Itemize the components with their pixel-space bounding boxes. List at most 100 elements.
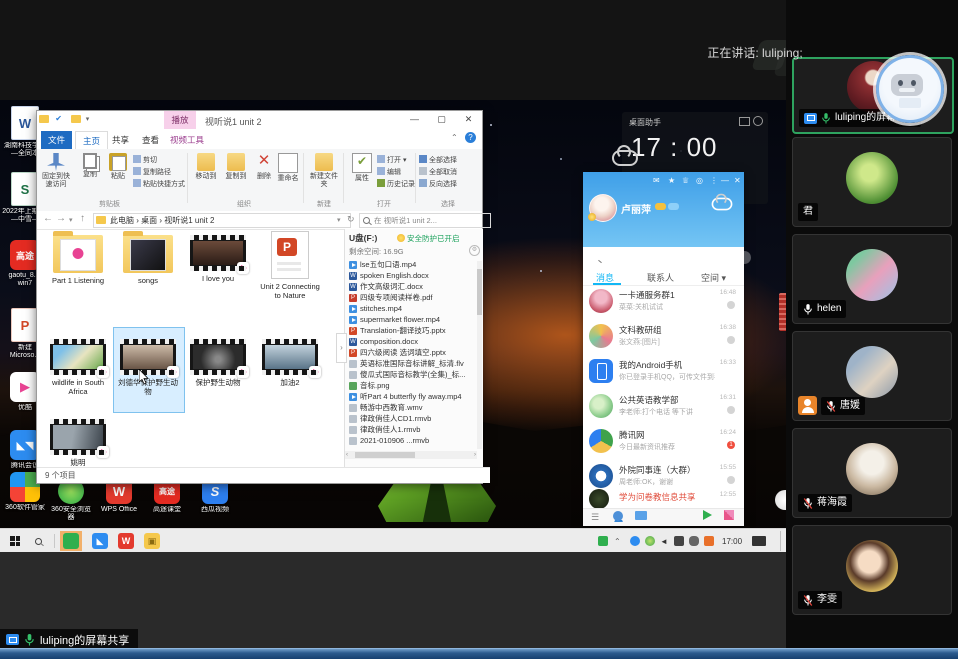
file-item-ppt[interactable]: P Unit 2 Connecting to Nature [257, 229, 323, 300]
participant-tile[interactable]: 李雯 [792, 525, 952, 615]
mail-icon[interactable]: ✉ [653, 176, 660, 185]
pin-quick-access-button[interactable]: 固定到快速访问 [41, 153, 71, 189]
tray-browser-icon[interactable] [630, 536, 640, 546]
tab-share[interactable]: 共享 [105, 131, 136, 149]
quick-access-dropdown-icon[interactable]: ▾ [86, 116, 90, 123]
quick-access-folder-icon[interactable] [39, 115, 49, 123]
select-all-button[interactable]: 全部选择 [419, 155, 457, 167]
close-icon[interactable]: ✕ [734, 176, 741, 185]
app-grid-icon[interactable] [724, 510, 734, 520]
contact-icon[interactable] [613, 511, 623, 521]
file-item-folder[interactable]: Part 1 Listening [45, 231, 111, 285]
tab-video-tools[interactable]: 视频工具 [163, 131, 211, 149]
taskbar-folder-icon[interactable]: ▣ [144, 533, 160, 549]
keyboard-icon[interactable] [739, 117, 750, 126]
quick-access-check-icon[interactable]: ✔ [55, 114, 65, 124]
usb-panel-collapse-handle[interactable]: › [336, 333, 347, 363]
qq-tab-space[interactable]: 空间 ▾ [701, 271, 726, 284]
forward-button[interactable]: → [56, 213, 66, 224]
properties-button[interactable]: ✔属性 [347, 153, 377, 183]
usb-file[interactable]: 律政俏佳人1.rmvb [347, 424, 477, 435]
taskbar-wechat-icon[interactable] [63, 533, 79, 549]
start-button[interactable] [10, 536, 20, 546]
desktop-icon-360-browser[interactable]: 360安全浏览器 [48, 478, 94, 522]
select-none-button[interactable]: 全部取消 [419, 167, 457, 179]
usb-file[interactable]: 律政俏佳人CD1.rmvb [347, 413, 477, 424]
usb-file[interactable]: 英语标准国际音标讲解_标清.flv [347, 358, 477, 369]
history-button[interactable]: 历史记录 [377, 179, 415, 191]
copy-path-button[interactable]: 复制路径 [133, 167, 185, 179]
help-icon[interactable]: ? [465, 132, 476, 143]
usb-file[interactable]: 畅游中西教育.wmv [347, 402, 477, 413]
qq-message-row[interactable]: 公共英语教学部李老师:打个电话 等下讲 16:31 [583, 390, 744, 425]
usb-file[interactable]: 2021-010906 ...rmvb [347, 435, 477, 446]
file-helper-icon[interactable] [635, 511, 647, 520]
qq-message-row[interactable]: 文科教研组张文燕:[图片] 16:38 [583, 320, 744, 355]
breadcrumb[interactable]: 此电脑 › 桌面 › 视听说1 unit 2 [93, 213, 351, 228]
assistant-robot-overlay[interactable] [876, 55, 944, 123]
tray-safety-icon[interactable] [645, 536, 655, 546]
usb-file[interactable]: supermarket flower.mp4 [347, 314, 477, 325]
paste-shortcut-button[interactable]: 粘贴快捷方式 [133, 179, 185, 191]
tray-expand-icon[interactable]: ⌃ [614, 537, 621, 546]
taskbar-search-icon[interactable] [32, 535, 39, 542]
usb-horizontal-scrollbar[interactable]: ‹› [345, 451, 477, 459]
qq-message-row[interactable]: 一卡通服务群1菜菜:关机试试 16:48 [583, 285, 744, 320]
qq-tab-contacts[interactable]: 联系人 [647, 271, 674, 284]
usb-file[interactable]: W作文高级词汇.docx [347, 281, 477, 292]
taskbar-meeting-icon[interactable]: ◣ [92, 533, 108, 549]
tray-keyboard-icon[interactable] [752, 536, 766, 546]
usb-file[interactable]: stitches.mp4 [347, 303, 477, 314]
floating-ball[interactable] [775, 490, 786, 510]
file-item-video-selected[interactable]: 刘德华保护野生动物 [115, 333, 181, 396]
usb-file[interactable]: 音标.png [347, 380, 477, 391]
file-item-video[interactable]: 加油2 [257, 333, 323, 387]
participant-tile[interactable]: 君 [792, 137, 952, 227]
cut-button[interactable]: 剪切 [133, 155, 185, 167]
tab-file[interactable]: 文件 [41, 131, 72, 149]
menu-icon[interactable]: ☰ [591, 512, 599, 523]
ribbon-collapse-icon[interactable]: ⌃ [451, 133, 458, 142]
usb-file[interactable]: lse五句口语.mp4 [347, 259, 477, 270]
paste-button[interactable]: 粘贴 [103, 153, 133, 181]
usb-file[interactable]: 听Part 4 butterfly fly away.mp4 [347, 391, 477, 402]
recent-dropdown-icon[interactable]: ▾ [69, 216, 73, 224]
tray-qq-icon[interactable] [598, 536, 608, 546]
usb-file[interactable]: PTranslation-翻译技巧.pptx [347, 325, 477, 336]
browser-icon[interactable]: ◎ [696, 176, 703, 185]
address-dropdown-icon[interactable]: ▾ [337, 216, 341, 224]
usb-file[interactable]: Wspoken English.docx [347, 270, 477, 281]
tencent-video-icon[interactable] [703, 510, 712, 520]
moon-icon[interactable] [753, 116, 763, 126]
file-item-video[interactable]: 保护野生动物 [185, 333, 251, 387]
open-button[interactable]: 打开 ▾ [377, 155, 415, 167]
usb-file[interactable]: 傻瓜式国际音标教学(全集)_标... [347, 369, 477, 380]
more-menu-icon[interactable]: ⋮ [710, 176, 718, 185]
gear-icon[interactable]: ⚙ [469, 245, 480, 256]
move-to-button[interactable]: 移动到 [191, 153, 221, 181]
tray-camera-icon[interactable] [674, 536, 684, 546]
up-button[interactable]: ↑ [80, 213, 85, 224]
taskbar-wps-icon[interactable]: W [118, 533, 134, 549]
minimize-icon[interactable]: — [721, 176, 729, 185]
contextual-tab-play[interactable]: 播放 [164, 111, 196, 129]
quick-access-folder-icon[interactable] [71, 115, 81, 123]
usb-file[interactable]: Wcomposition.docx [347, 336, 477, 347]
edit-button[interactable]: 编辑 [377, 167, 415, 179]
usb-vertical-scrollbar[interactable] [477, 261, 482, 449]
show-desktop-button[interactable] [780, 531, 781, 551]
qq-message-row[interactable]: 腾讯网今日最新资讯推荐 16:241 [583, 425, 744, 460]
tab-view[interactable]: 查看 [135, 131, 166, 149]
qq-search-input[interactable]: 搜索 [589, 251, 751, 264]
invert-selection-button[interactable]: 反向选择 [419, 179, 457, 191]
new-folder-button[interactable]: 新建文件夹 [307, 153, 341, 189]
qq-weather-icon[interactable] [709, 196, 735, 212]
close-button[interactable]: ✕ [455, 111, 482, 129]
file-item-video[interactable]: wildlife in South Africa [45, 333, 111, 396]
tab-home[interactable]: 主页 [75, 131, 108, 150]
participant-tile[interactable]: 唐媛 [792, 331, 952, 421]
tray-clock[interactable]: 17:00 [722, 537, 742, 546]
edge-docked-widget[interactable] [779, 293, 786, 331]
tray-record-icon[interactable] [704, 536, 714, 546]
maximize-button[interactable]: ▢ [428, 111, 455, 129]
